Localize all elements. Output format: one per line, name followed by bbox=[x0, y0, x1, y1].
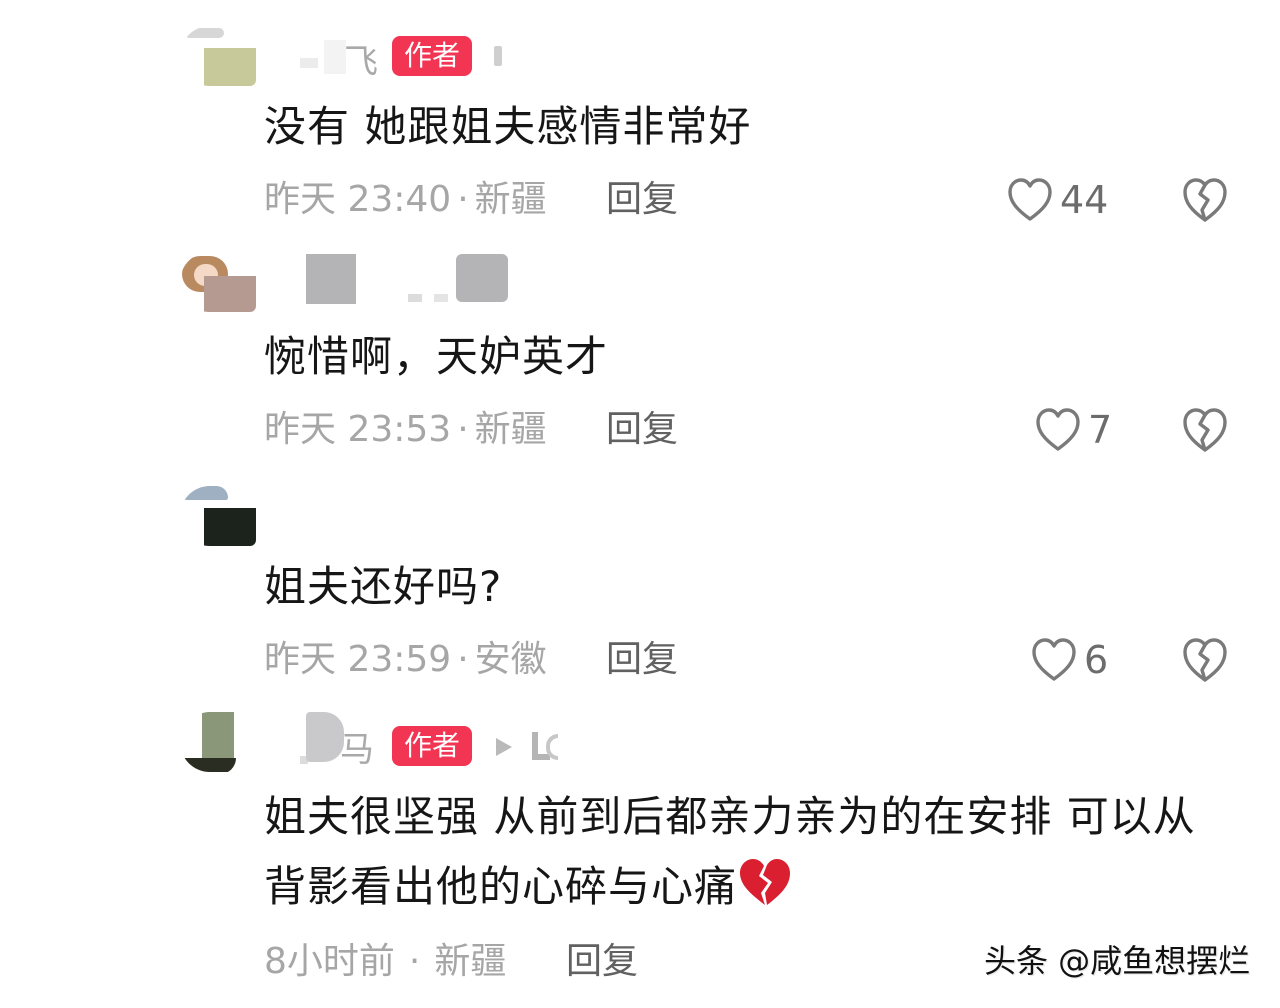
dislike-button[interactable] bbox=[1180, 636, 1230, 684]
like-count: 44 bbox=[1060, 178, 1109, 222]
like-button[interactable]: 6 bbox=[1030, 634, 1108, 686]
like-count: 6 bbox=[1084, 638, 1109, 682]
meta-separator: · bbox=[408, 941, 421, 982]
author-badge: 作者 bbox=[392, 726, 473, 766]
watermark: 头条 @咸鱼想摆烂 bbox=[984, 942, 1251, 980]
reply-button[interactable]: 回复 bbox=[606, 406, 678, 454]
username-fragment bbox=[532, 730, 558, 762]
broken-heart-outline-icon bbox=[1183, 178, 1227, 222]
comment-location: 安徽 bbox=[474, 639, 547, 680]
comment-time: 昨天 23:53 bbox=[264, 409, 452, 450]
comment-location: 新疆 bbox=[434, 941, 507, 982]
reply-button[interactable]: 回复 bbox=[566, 938, 638, 986]
username[interactable]: 飞 bbox=[300, 34, 380, 82]
username[interactable]: 马 bbox=[300, 712, 390, 770]
heart-outline-icon bbox=[1008, 178, 1052, 221]
comment-text: 姐夫还好吗? bbox=[264, 562, 503, 611]
comment-meta: 8小时前 · 新疆 bbox=[264, 938, 506, 986]
reply-button[interactable]: 回复 bbox=[606, 176, 678, 224]
meta-separator: · bbox=[457, 179, 469, 220]
meta-separator: · bbox=[457, 409, 469, 450]
username-visible-char: 马 bbox=[340, 730, 374, 770]
dislike-button[interactable] bbox=[1180, 176, 1230, 224]
username[interactable] bbox=[300, 254, 520, 304]
comment-text: 姐夫很坚强 从前到后都亲力亲为的在安排 可以从 背影看出他的心碎与心痛 bbox=[264, 782, 1224, 922]
comment-text: 惋惜啊，天妒英才 bbox=[264, 332, 609, 381]
like-button[interactable]: 7 bbox=[1034, 404, 1112, 456]
username-visible-char: 飞 bbox=[344, 42, 378, 82]
heart-outline-icon bbox=[1032, 638, 1076, 681]
broken-heart-outline-icon bbox=[1183, 408, 1227, 452]
comment-location: 新疆 bbox=[474, 409, 547, 450]
like-count: 7 bbox=[1088, 408, 1113, 452]
comment-meta: 昨天 23:59 · 安徽 bbox=[264, 636, 547, 684]
reply-button[interactable]: 回复 bbox=[606, 636, 678, 684]
author-badge: 作者 bbox=[392, 36, 473, 76]
comment-time: 昨天 23:59 bbox=[264, 639, 452, 680]
avatar[interactable] bbox=[180, 26, 256, 86]
comment-meta: 昨天 23:53 · 新疆 bbox=[264, 406, 547, 454]
comment-text-line: 背影看出他的心碎与心痛 bbox=[264, 852, 1224, 922]
like-button[interactable]: 44 bbox=[1006, 174, 1108, 226]
dislike-button[interactable] bbox=[1180, 406, 1230, 454]
comment-text-line: 姐夫很坚强 从前到后都亲力亲为的在安排 可以从 bbox=[264, 792, 1196, 841]
comment-location: 新疆 bbox=[474, 179, 547, 220]
heart-outline-icon bbox=[1036, 408, 1080, 451]
meta-separator: · bbox=[457, 639, 469, 680]
broken-heart-emoji bbox=[740, 859, 791, 905]
play-arrow-icon bbox=[496, 738, 512, 756]
comment-time: 8小时前 bbox=[264, 941, 395, 982]
avatar[interactable] bbox=[180, 712, 256, 772]
comment-text: 没有 她跟姐夫感情非常好 bbox=[264, 102, 752, 151]
avatar[interactable] bbox=[180, 486, 256, 546]
username-fragment bbox=[494, 46, 502, 66]
avatar[interactable] bbox=[180, 252, 256, 312]
comment-text-line-content: 背影看出他的心碎与心痛 bbox=[264, 862, 738, 911]
broken-heart-outline-icon bbox=[1183, 638, 1227, 682]
comment-meta: 昨天 23:40 · 新疆 bbox=[264, 176, 547, 224]
comment-time: 昨天 23:40 bbox=[264, 179, 452, 220]
